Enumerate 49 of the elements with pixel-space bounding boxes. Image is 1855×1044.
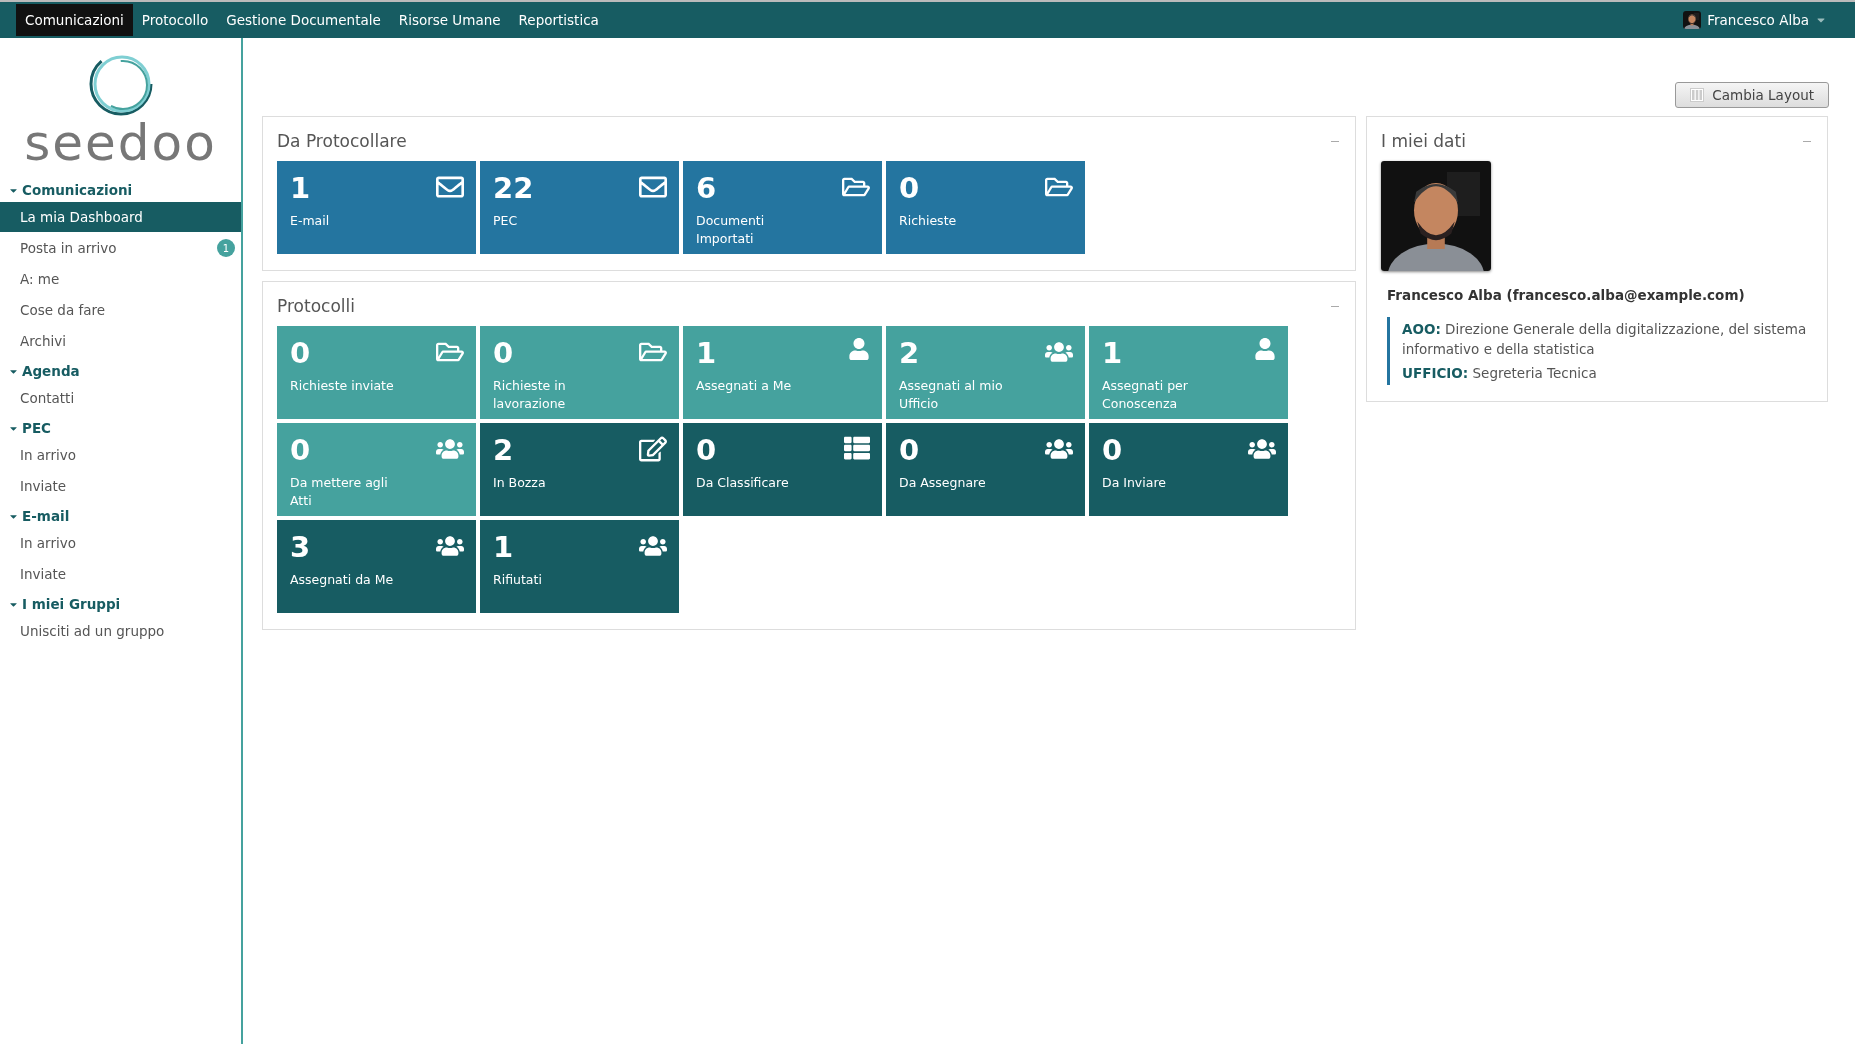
menu-tab[interactable]: Protocollo	[132, 4, 218, 36]
panel-title: Da Protocollare	[277, 131, 407, 151]
columns-icon	[1690, 88, 1705, 102]
menu-tab[interactable]: Comunicazioni	[16, 4, 133, 36]
counter-tile[interactable]: 1 Rifiutati	[480, 520, 679, 613]
panel-title: Protocolli	[277, 296, 355, 316]
sidebar-item[interactable]: Inviate	[0, 471, 241, 501]
counter-tile[interactable]: 0 Da Assegnare	[886, 423, 1085, 516]
counter-tile[interactable]: 0 Da Classificare	[683, 423, 882, 516]
counter-tile[interactable]: 6 Documenti Importati	[683, 161, 882, 254]
sidebar-item[interactable]: Cose da fare	[0, 295, 241, 325]
user-menu[interactable]: Francesco Alba	[1683, 11, 1827, 29]
minimize-icon[interactable]	[1803, 140, 1811, 142]
sidebar-item[interactable]: Contatti	[0, 383, 241, 413]
group-header[interactable]: Agenda	[0, 357, 241, 383]
user-detail: UFFICIO: Segreteria Tecnica	[1402, 364, 1598, 383]
counter-tile[interactable]: 0 Richieste	[886, 161, 1085, 254]
counter-tile[interactable]: 1 E-mail	[277, 161, 476, 254]
counter-tile[interactable]: 0 Da Inviare	[1089, 423, 1288, 516]
user-icon	[848, 338, 870, 360]
counter-tile[interactable]: 3 Assegnati da Me	[277, 520, 476, 613]
user-icon	[1254, 338, 1276, 360]
menu-tab[interactable]: Reportistica	[509, 4, 608, 36]
counter-tile[interactable]: 2 In Bozza	[480, 423, 679, 516]
sidebar-item[interactable]: Unisciti ad un gruppo	[0, 616, 241, 646]
sidebar-item[interactable]: Archivi	[0, 326, 241, 356]
minimize-icon[interactable]	[1331, 305, 1339, 307]
group-header[interactable]: I miei Gruppi	[0, 590, 241, 616]
user-identity: Francesco Alba (francesco.alba@example.com)	[1387, 287, 1746, 303]
edit-icon	[639, 435, 667, 463]
sidebar-item[interactable]: Posta in arrivo 1	[0, 233, 241, 263]
layout-button[interactable]: Cambia Layout	[1675, 82, 1829, 108]
group-header[interactable]: PEC	[0, 414, 241, 440]
group-header[interactable]: Comunicazioni	[0, 176, 241, 202]
menu-tab[interactable]: Risorse Umane	[389, 4, 510, 36]
sidebar-item[interactable]: A: me	[0, 264, 241, 294]
sidebar-item[interactable]: In arrivo	[0, 528, 241, 558]
sidebar-item[interactable]: In arrivo	[0, 440, 241, 470]
counter-tile[interactable]: 22 PEC	[480, 161, 679, 254]
user-detail: AOO: Direzione Generale della digitalizzazione, del sistema informativo e della statistica	[1402, 320, 1808, 359]
panel-title: I miei dati	[1381, 131, 1466, 151]
sidebar-item[interactable]: Inviate	[0, 559, 241, 589]
minimize-icon[interactable]	[1331, 140, 1339, 142]
count-badge: 1	[217, 239, 235, 257]
list-icon	[844, 435, 870, 461]
sidebar-item[interactable]: La mia Dashboard	[0, 202, 241, 232]
logo-text: seedoo	[24, 118, 217, 168]
menu-tab[interactable]: Gestione Documentale	[217, 4, 390, 36]
group-header[interactable]: E-mail	[0, 502, 241, 528]
